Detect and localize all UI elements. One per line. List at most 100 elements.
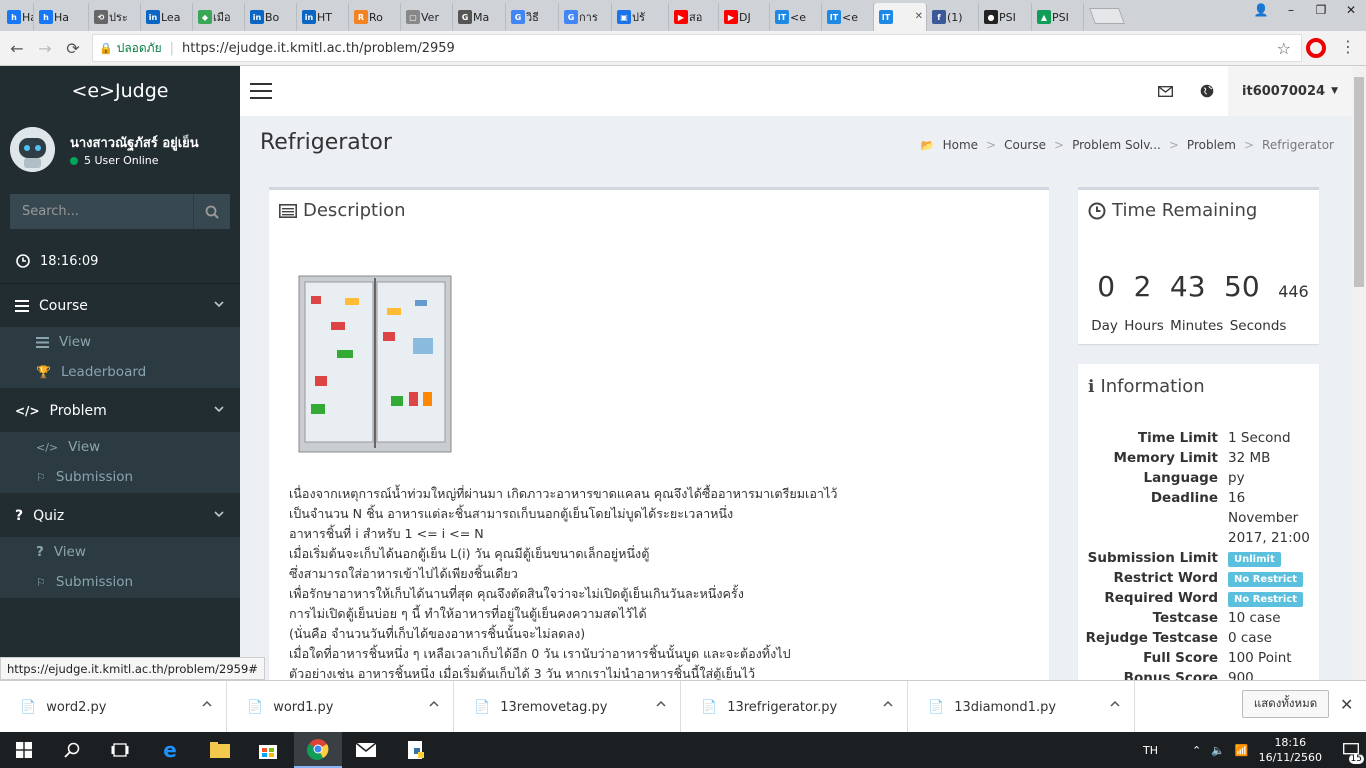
close-window-button[interactable]: ✕: [1336, 0, 1366, 20]
tab-favicon-icon: h: [39, 10, 53, 24]
browser-tab[interactable]: G วิธี: [506, 3, 559, 31]
browser-tab[interactable]: IT <e: [770, 3, 822, 31]
browser-tab[interactable]: in HT: [297, 3, 349, 31]
browser-tab[interactable]: R Ro: [349, 3, 401, 31]
browser-tab[interactable]: ▣ ปรั: [612, 3, 669, 31]
status-url-bubble: https://ejudge.it.kmitl.ac.th/problem/29…: [0, 657, 265, 680]
chevron-up-icon[interactable]: [429, 699, 439, 709]
new-tab-button[interactable]: [1089, 8, 1125, 24]
app-logo[interactable]: <e>Judge: [0, 66, 240, 115]
browser-tab[interactable]: G การ: [559, 3, 612, 31]
download-item[interactable]: 📄 13removetag.py: [454, 681, 681, 733]
page-scrollbar[interactable]: [1352, 66, 1366, 680]
language-indicator[interactable]: TH: [1143, 744, 1158, 757]
menu-problem[interactable]: </> Problem: [0, 393, 240, 428]
restore-button[interactable]: ❐: [1306, 0, 1336, 20]
browser-menu-icon[interactable]: ⋮: [1340, 37, 1356, 56]
system-clock[interactable]: 18:16 16/11/2560: [1259, 735, 1322, 765]
url-omnibox[interactable]: 🔒 ปลอดภัย | https://ejudge.it.kmitl.ac.t…: [92, 34, 1302, 62]
chevron-up-icon[interactable]: [1110, 699, 1120, 709]
menu-quiz[interactable]: ? Quiz: [0, 498, 240, 533]
breadcrumb-problem-solving[interactable]: Problem Solv...: [1072, 138, 1161, 152]
browser-tab[interactable]: hHa: [2, 3, 34, 31]
sidebar-item-problem-view[interactable]: </> View: [0, 432, 240, 462]
windows-start-icon[interactable]: [0, 732, 48, 768]
volume-icon[interactable]: 🔈: [1211, 744, 1225, 757]
python-idle-icon[interactable]: [392, 732, 440, 768]
scrollbar-thumb[interactable]: [1354, 77, 1364, 287]
search-input[interactable]: [10, 194, 193, 229]
download-item[interactable]: 📄 13refrigerator.py: [681, 681, 908, 733]
flag-icon: ⚐: [36, 575, 46, 589]
browser-tab[interactable]: f (1): [927, 3, 979, 31]
tab-label: Lea: [161, 10, 181, 24]
show-all-downloads-button[interactable]: แสดงทั้งหมด: [1242, 690, 1329, 718]
back-button[interactable]: ←: [6, 37, 28, 59]
chevron-up-icon[interactable]: ⌃: [1192, 744, 1201, 757]
profile-icon[interactable]: 👤: [1246, 0, 1276, 20]
sidebar-item-label: View: [59, 334, 92, 350]
envelope-icon[interactable]: [1144, 66, 1186, 116]
problem-submenu: </> View ⚐ Submission: [0, 432, 240, 493]
notification-count: 15: [1348, 754, 1364, 764]
minimize-button[interactable]: –: [1276, 0, 1306, 20]
sidebar-item-leaderboard[interactable]: 🏆 Leaderboard: [0, 357, 240, 387]
reload-button[interactable]: ⟳: [62, 37, 84, 59]
chevron-up-icon[interactable]: [656, 699, 666, 709]
sidebar-item-quiz-submission[interactable]: ⚐ Submission: [0, 567, 240, 597]
chrome-icon[interactable]: [294, 732, 342, 768]
browser-tab[interactable]: in Bo: [245, 3, 297, 31]
browser-tab[interactable]: ▢ Ver: [401, 3, 453, 31]
wifi-icon[interactable]: 📶: [1235, 744, 1249, 757]
sidebar-item-quiz-view[interactable]: ? View: [0, 537, 240, 567]
bookmark-star-icon[interactable]: ☆: [1277, 39, 1291, 58]
lock-icon: 🔒: [99, 41, 113, 55]
info-value: 10 case: [1228, 610, 1281, 626]
browser-tab[interactable]: ▲ PSI: [1032, 3, 1084, 31]
tab-close-icon[interactable]: ✕: [915, 11, 923, 22]
user-dropdown[interactable]: it60070024 ▼: [1228, 66, 1352, 116]
browser-tab[interactable]: ◆ เมือ: [193, 3, 245, 31]
info-value: 16 November 2017, 21:00: [1228, 490, 1310, 546]
browser-tab[interactable]: G Ma: [453, 3, 506, 31]
breadcrumb-problem[interactable]: Problem: [1187, 138, 1236, 152]
globe-icon[interactable]: [1186, 66, 1228, 116]
browser-tab[interactable]: ▶ DJ: [719, 3, 770, 31]
browser-tab[interactable]: ⟲ ประ: [89, 3, 141, 31]
search-button[interactable]: [193, 194, 230, 229]
breadcrumb-home[interactable]: Home: [943, 138, 978, 152]
description-heading: Description: [303, 200, 406, 221]
mail-icon[interactable]: [342, 732, 390, 768]
tab-favicon-icon: G: [458, 10, 472, 24]
browser-tab[interactable]: in Lea: [141, 3, 193, 31]
notification-icon[interactable]: 15: [1336, 732, 1366, 768]
download-item[interactable]: 📄 word1.py: [227, 681, 454, 733]
edge-icon[interactable]: e: [146, 732, 194, 768]
avatar: [10, 127, 55, 172]
search-icon[interactable]: [48, 732, 96, 768]
opera-icon[interactable]: [1306, 38, 1326, 58]
hamburger-icon[interactable]: [250, 83, 272, 99]
breadcrumb-course[interactable]: Course: [1004, 138, 1046, 152]
menu-problem-label: Problem: [49, 402, 107, 419]
caret-down-icon: ▼: [1331, 86, 1338, 96]
close-icon[interactable]: ✕: [1340, 695, 1353, 714]
forward-button[interactable]: →: [34, 37, 56, 59]
browser-tab[interactable]: IT <e: [822, 3, 874, 31]
downloads-bar: 📄 word2.py 📄 word1.py 📄 13removetag.py 📄 13r…: [0, 680, 1366, 733]
browser-tab[interactable]: IT ✕: [874, 3, 927, 31]
chevron-up-icon[interactable]: [883, 699, 893, 709]
sidebar-item-problem-submission[interactable]: ⚐ Submission: [0, 462, 240, 492]
task-view-icon[interactable]: [96, 732, 144, 768]
menu-course[interactable]: Course: [0, 288, 240, 323]
download-item[interactable]: 📄 word2.py: [0, 681, 227, 733]
chevron-up-icon[interactable]: [202, 699, 212, 709]
window-controls: 👤 – ❐ ✕: [1246, 0, 1366, 22]
browser-tab[interactable]: ▶ สอ: [669, 3, 719, 31]
store-icon[interactable]: [244, 732, 292, 768]
file-explorer-icon[interactable]: [196, 732, 244, 768]
browser-tab[interactable]: ● PSI: [979, 3, 1032, 31]
download-item[interactable]: 📄 13diamond1.py: [908, 681, 1135, 733]
browser-tab[interactable]: hHa: [34, 3, 89, 31]
sidebar-item-course-view[interactable]: View: [0, 327, 240, 357]
